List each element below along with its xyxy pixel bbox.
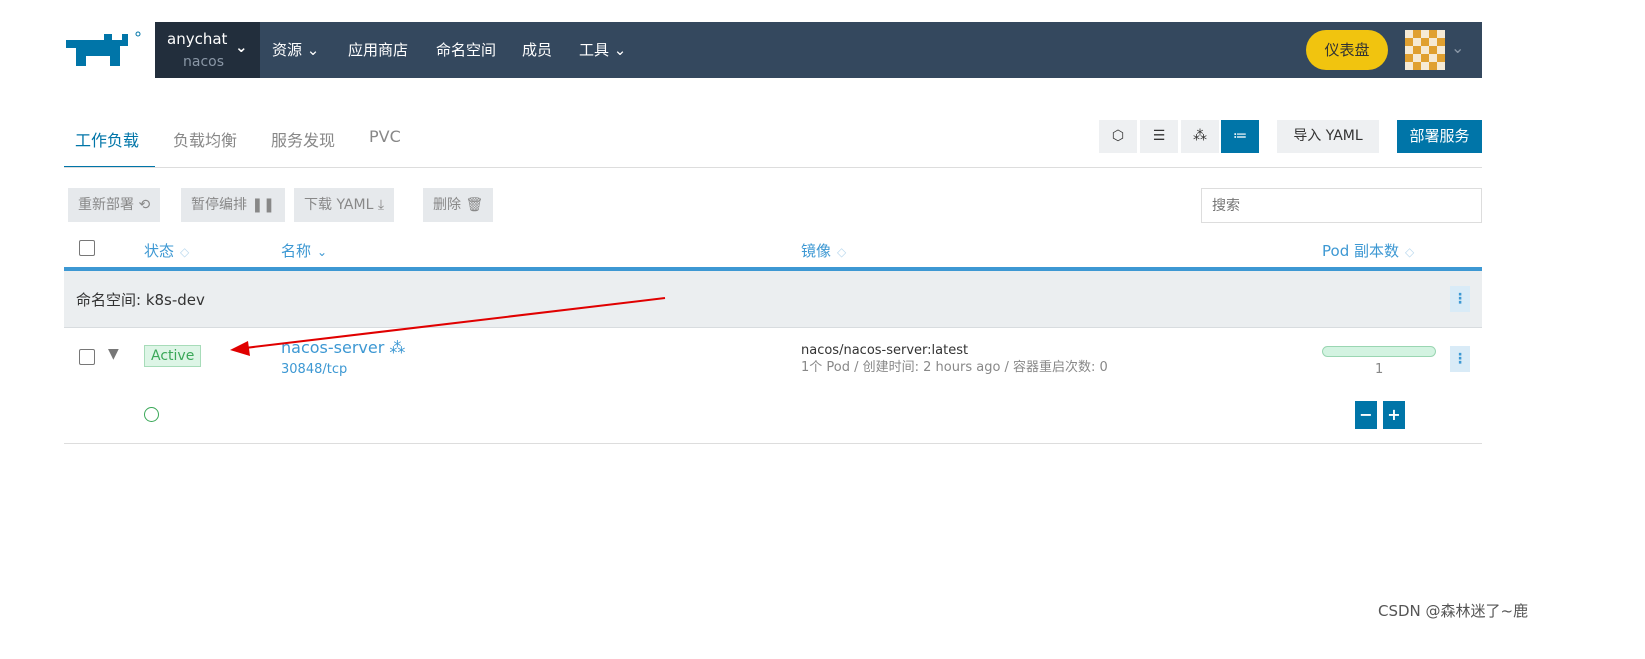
annotation-arrow xyxy=(230,297,666,356)
watermark: CSDN @森林迷了~鹿 xyxy=(1378,602,1529,620)
